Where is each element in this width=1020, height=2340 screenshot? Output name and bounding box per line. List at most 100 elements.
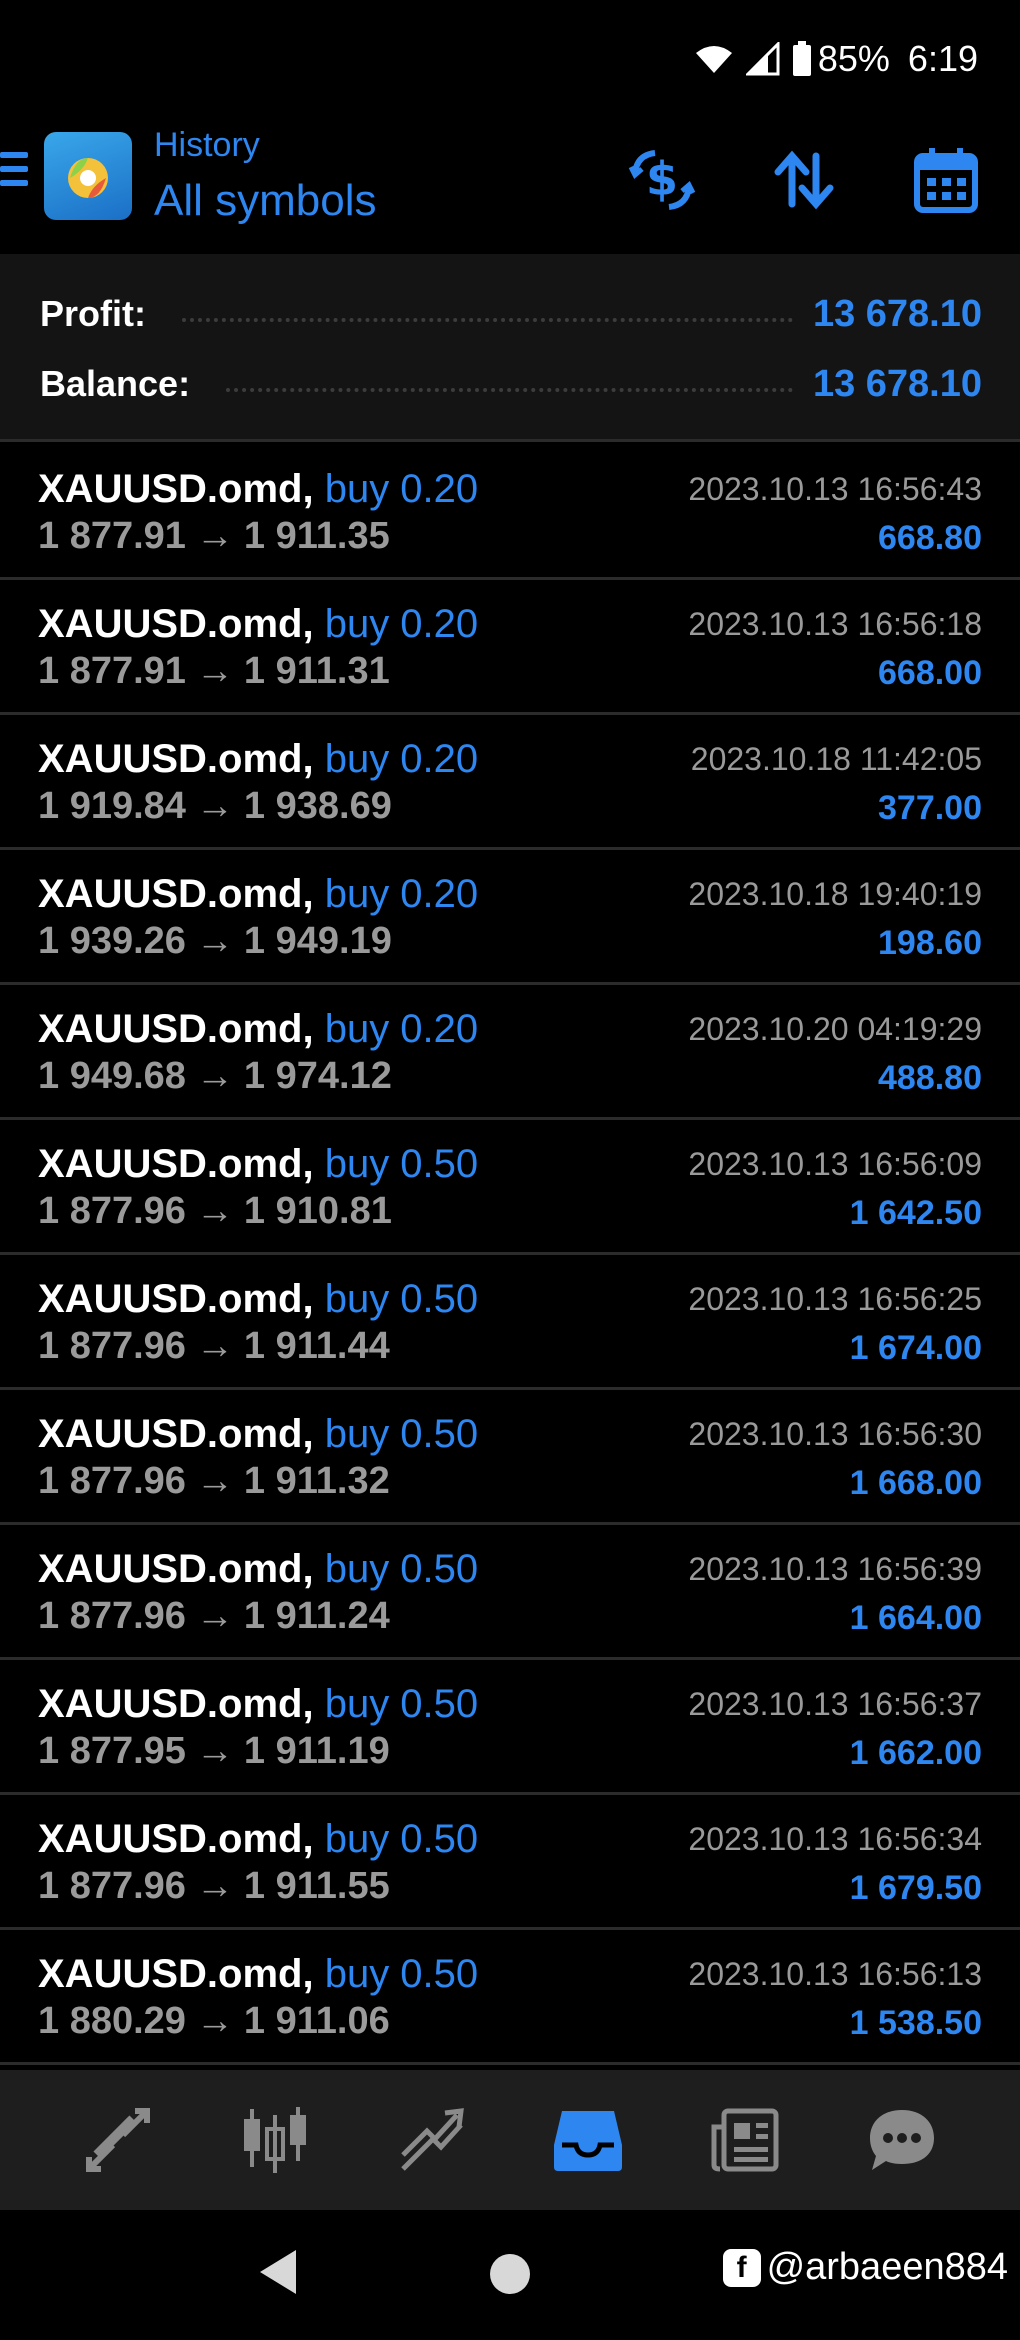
quotes-icon[interactable] (58, 2090, 178, 2190)
trade-row[interactable]: XAUUSD.omd, buy 0.20 1 919.84 → 1 938.69 2… (0, 715, 1020, 850)
arrow-right-icon: → (195, 1730, 234, 1772)
chat-icon[interactable] (842, 2090, 962, 2190)
trade-row[interactable]: XAUUSD.omd, buy 0.50 1 877.96 → 1 911.32 2… (0, 1390, 1020, 1525)
arrow-right-icon: → (195, 515, 234, 557)
trade-symbol: XAUUSD.omd, buy 0.20 (38, 602, 479, 646)
trade-row[interactable]: XAUUSD.omd, buy 0.50 1 877.96 → 1 910.81 2… (0, 1120, 1020, 1255)
open-price: 1 949.68 (38, 1055, 186, 1097)
trade-row[interactable]: XAUUSD.omd, buy 0.50 1 877.96 → 1 911.44 2… (0, 1255, 1020, 1390)
profit-value: 13 678.10 (812, 292, 982, 335)
trade-row[interactable]: XAUUSD.omd, buy 0.20 1 949.68 → 1 974.12 2… (0, 985, 1020, 1120)
open-price: 1 877.96 (38, 1325, 186, 1367)
chart-icon[interactable] (215, 2090, 335, 2190)
news-icon[interactable] (685, 2090, 805, 2190)
trade-side: buy 0.20 (324, 602, 479, 646)
trade-row[interactable]: XAUUSD.omd, buy 0.20 1 877.91 → 1 911.35 2… (0, 445, 1020, 580)
trade-row[interactable]: XAUUSD.omd, buy 0.20 1 939.26 → 1 949.19 2… (0, 850, 1020, 985)
trade-icon[interactable] (372, 2090, 492, 2190)
arrow-right-icon: → (195, 1055, 234, 1097)
close-price: 1 910.81 (243, 1190, 392, 1232)
trade-row[interactable]: XAUUSD.omd, buy 0.50 1 880.29 → 1 911.06 2… (0, 1930, 1020, 2065)
balance-value: 13 678.10 (812, 362, 982, 405)
trade-time: 2023.10.13 16:56:09 (688, 1146, 982, 1182)
trade-profit: 668.00 (878, 654, 982, 692)
close-price: 1 911.44 (243, 1325, 390, 1367)
bottom-tab-bar (0, 2070, 1020, 2210)
trade-prices: 1 880.29 → 1 911.06 (38, 2000, 390, 2043)
trade-profit: 1 674.00 (849, 1329, 982, 1367)
trade-time: 2023.10.13 16:56:37 (688, 1686, 982, 1722)
trade-row[interactable]: XAUUSD.omd, buy 0.50 1 877.95 → 1 911.19 2… (0, 1660, 1020, 1795)
trade-profit: 1 642.50 (849, 1194, 982, 1232)
trade-row[interactable]: XAUUSD.omd, buy 0.50 1 877.96 → 1 911.55 2… (0, 1795, 1020, 1930)
home-icon[interactable] (490, 2254, 530, 2294)
header-title[interactable]: All symbols (154, 176, 377, 226)
trade-profit: 1 662.00 (849, 1734, 982, 1772)
trade-list: XAUUSD.omd, buy 0.20 1 877.91 → 1 911.35 2… (0, 445, 1020, 2065)
open-price: 1 919.84 (38, 785, 186, 827)
close-price: 1 949.19 (243, 920, 392, 962)
arrow-right-icon: → (195, 1865, 234, 1907)
open-price: 1 877.96 (38, 1595, 186, 1637)
trade-profit: 1 679.50 (849, 1869, 982, 1907)
open-price: 1 877.95 (38, 1730, 186, 1772)
trade-symbol: XAUUSD.omd, buy 0.50 (38, 1817, 479, 1861)
trade-prices: 1 919.84 → 1 938.69 (38, 785, 392, 828)
back-icon[interactable] (254, 2246, 300, 2303)
trade-time: 2023.10.13 16:56:13 (688, 1956, 982, 1992)
arrow-right-icon: → (195, 920, 234, 962)
trade-side: buy 0.50 (324, 1817, 479, 1861)
trade-side: buy 0.50 (324, 1682, 479, 1726)
signal-icon (745, 42, 780, 76)
balance-row: Balance: 13 678.10 (40, 354, 982, 414)
trade-side: buy 0.50 (324, 1277, 479, 1321)
profit-row: Profit: 13 678.10 (40, 284, 982, 344)
history-icon[interactable] (528, 2090, 648, 2190)
trade-symbol: XAUUSD.omd, buy 0.50 (38, 1412, 479, 1456)
currency-exchange-icon[interactable]: $ (622, 140, 702, 220)
open-price: 1 877.96 (38, 1865, 186, 1907)
trade-side: buy 0.50 (324, 1952, 479, 1996)
open-price: 1 939.26 (38, 920, 186, 962)
arrow-right-icon: → (195, 650, 234, 692)
app-logo (44, 132, 132, 220)
trade-profit: 198.60 (878, 924, 982, 962)
open-price: 1 880.29 (38, 2000, 186, 2042)
sort-icon[interactable] (764, 140, 844, 220)
trade-prices: 1 877.96 → 1 911.44 (38, 1325, 390, 1368)
trade-prices: 1 949.68 → 1 974.12 (38, 1055, 392, 1098)
trade-symbol: XAUUSD.omd, buy 0.50 (38, 1952, 479, 1996)
trade-symbol: XAUUSD.omd, buy 0.20 (38, 1007, 479, 1051)
battery-icon (792, 41, 812, 77)
close-price: 1 911.55 (243, 1865, 390, 1907)
open-price: 1 877.91 (38, 650, 186, 692)
trade-symbol: XAUUSD.omd, buy 0.50 (38, 1682, 479, 1726)
trade-side: buy 0.20 (324, 1007, 479, 1051)
trade-prices: 1 877.95 → 1 911.19 (38, 1730, 390, 1773)
open-price: 1 877.91 (38, 515, 186, 557)
trade-row[interactable]: XAUUSD.omd, buy 0.50 1 877.96 → 1 911.24 2… (0, 1525, 1020, 1660)
system-nav-bar: f @arbaeen884 (0, 2210, 1020, 2340)
trade-profit: 488.80 (878, 1059, 982, 1097)
trade-profit: 1 538.50 (849, 2004, 982, 2042)
trade-side: buy 0.20 (324, 737, 479, 781)
trade-profit: 377.00 (878, 789, 982, 827)
battery-percent: 85% (817, 38, 890, 79)
close-price: 1 911.06 (243, 2000, 390, 2042)
trade-time: 2023.10.13 16:56:25 (688, 1281, 982, 1317)
watermark: f @arbaeen884 (722, 2246, 1008, 2289)
svg-text:$: $ (646, 152, 678, 206)
calendar-icon[interactable] (906, 140, 986, 220)
profit-label: Profit: (40, 293, 146, 334)
trade-prices: 1 877.91 → 1 911.31 (38, 650, 390, 693)
close-price: 1 938.69 (243, 785, 392, 827)
trade-time: 2023.10.13 16:56:18 (688, 606, 982, 642)
arrow-right-icon: → (195, 785, 234, 827)
trade-symbol: XAUUSD.omd, buy 0.50 (38, 1142, 479, 1186)
trade-time: 2023.10.13 16:56:30 (688, 1416, 982, 1452)
arrow-right-icon: → (195, 1325, 234, 1367)
trade-prices: 1 877.91 → 1 911.35 (38, 515, 390, 558)
trade-side: buy 0.50 (324, 1412, 479, 1456)
menu-icon[interactable] (0, 152, 28, 198)
trade-row[interactable]: XAUUSD.omd, buy 0.20 1 877.91 → 1 911.31 2… (0, 580, 1020, 715)
